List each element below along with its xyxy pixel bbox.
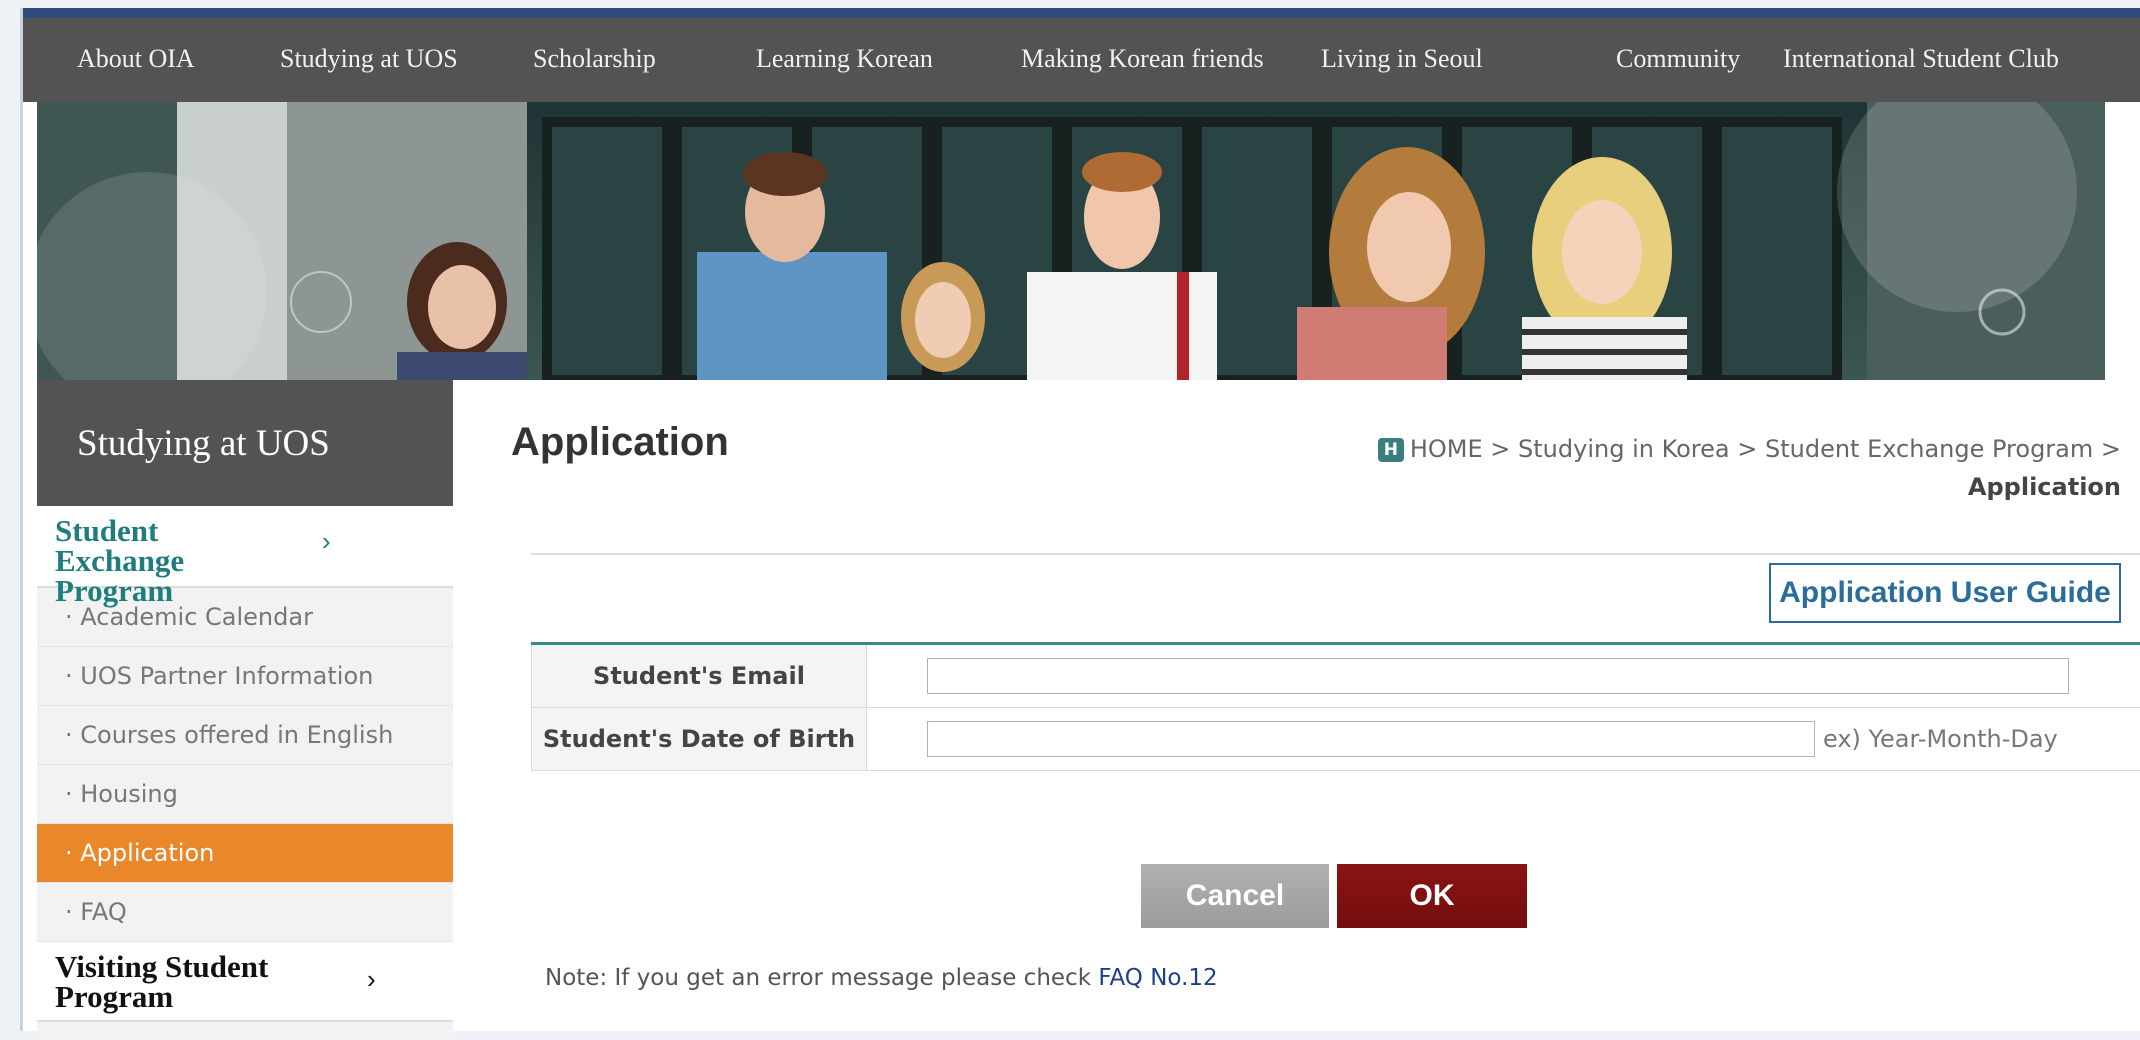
hero-students-illustration	[37, 102, 2105, 380]
sidebar-item-application[interactable]: · Application	[37, 824, 453, 883]
note-text: Note: If you get an error message please…	[545, 965, 1098, 991]
nav-item-studying-at-uos[interactable]: Studying at UOS	[280, 44, 458, 74]
nav-item-about-oia[interactable]: About OIA	[77, 44, 195, 74]
nav-item-living-in-seoul[interactable]: Living in Seoul	[1321, 44, 1483, 74]
application-user-guide-button[interactable]: Application User Guide	[1769, 563, 2121, 623]
sidebar: Studying at UOS Student Exchange Program…	[37, 380, 453, 1040]
faq-link[interactable]: FAQ No.12	[1098, 965, 1217, 991]
hero-banner-image	[37, 102, 2105, 380]
cancel-button[interactable]: Cancel	[1141, 864, 1329, 928]
date-of-birth-label: Student's Date of Birth	[532, 708, 867, 771]
application-form-table: Student's Email Student's Date of Birth …	[531, 642, 2140, 771]
main-nav: About OIA Studying at UOS Scholarship Le…	[23, 18, 2140, 102]
page-title: Application	[511, 420, 729, 465]
table-row: Student's Date of Birth ex) Year-Month-D…	[532, 708, 2140, 771]
breadcrumb-path[interactable]: HOME > Studying in Korea > Student Excha…	[1410, 435, 2121, 463]
chevron-right-icon: ›	[322, 526, 331, 556]
nav-item-scholarship[interactable]: Scholarship	[533, 44, 656, 74]
nav-item-making-korean-friends[interactable]: Making Korean friends	[1021, 44, 1264, 74]
error-note: Note: If you get an error message please…	[545, 965, 1218, 991]
breadcrumb: HHOME > Studying in Korea > Student Exch…	[1378, 430, 2121, 506]
sidebar-item-faq[interactable]: · FAQ	[37, 883, 453, 942]
page-frame: About OIA Studying at UOS Scholarship Le…	[20, 8, 2140, 1031]
email-label: Student's Email	[532, 644, 867, 708]
email-field[interactable]	[927, 658, 2069, 694]
nav-item-international-student-club[interactable]: International Student Club	[1783, 44, 2059, 74]
title-divider	[531, 553, 2140, 555]
date-of-birth-hint: ex) Year-Month-Day	[1823, 725, 2058, 753]
email-cell	[867, 644, 2140, 708]
ok-button[interactable]: OK	[1337, 864, 1527, 928]
main-content: Application HHOME > Studying in Korea > …	[511, 380, 2140, 1040]
sidebar-section-student-exchange-program[interactable]: Student Exchange Program ›	[37, 506, 453, 588]
sidebar-item-housing[interactable]: · Housing	[37, 765, 453, 824]
sidebar-item-uos-partner-information[interactable]: · UOS Partner Information	[37, 647, 453, 706]
table-row: Student's Email	[532, 644, 2140, 708]
date-of-birth-field[interactable]	[927, 721, 1815, 757]
date-of-birth-cell: ex) Year-Month-Day	[867, 708, 2140, 771]
sidebar-section-label: Student Exchange Program	[55, 513, 184, 608]
sidebar-item-courses-offered-in-english[interactable]: · Courses offered in English	[37, 706, 453, 765]
home-icon[interactable]: H	[1378, 438, 1404, 462]
sidebar-section-visiting-student-program[interactable]: Visiting Student Program ›	[37, 942, 453, 1022]
top-accent-bar	[23, 8, 2140, 18]
sidebar-title: Studying at UOS	[37, 380, 453, 506]
sidebar-section-label: Visiting Student Program	[55, 949, 268, 1014]
nav-item-learning-korean[interactable]: Learning Korean	[756, 44, 933, 74]
nav-item-community[interactable]: Community	[1616, 44, 1740, 74]
chevron-right-icon: ›	[367, 964, 376, 994]
breadcrumb-current: Application	[1378, 468, 2121, 506]
